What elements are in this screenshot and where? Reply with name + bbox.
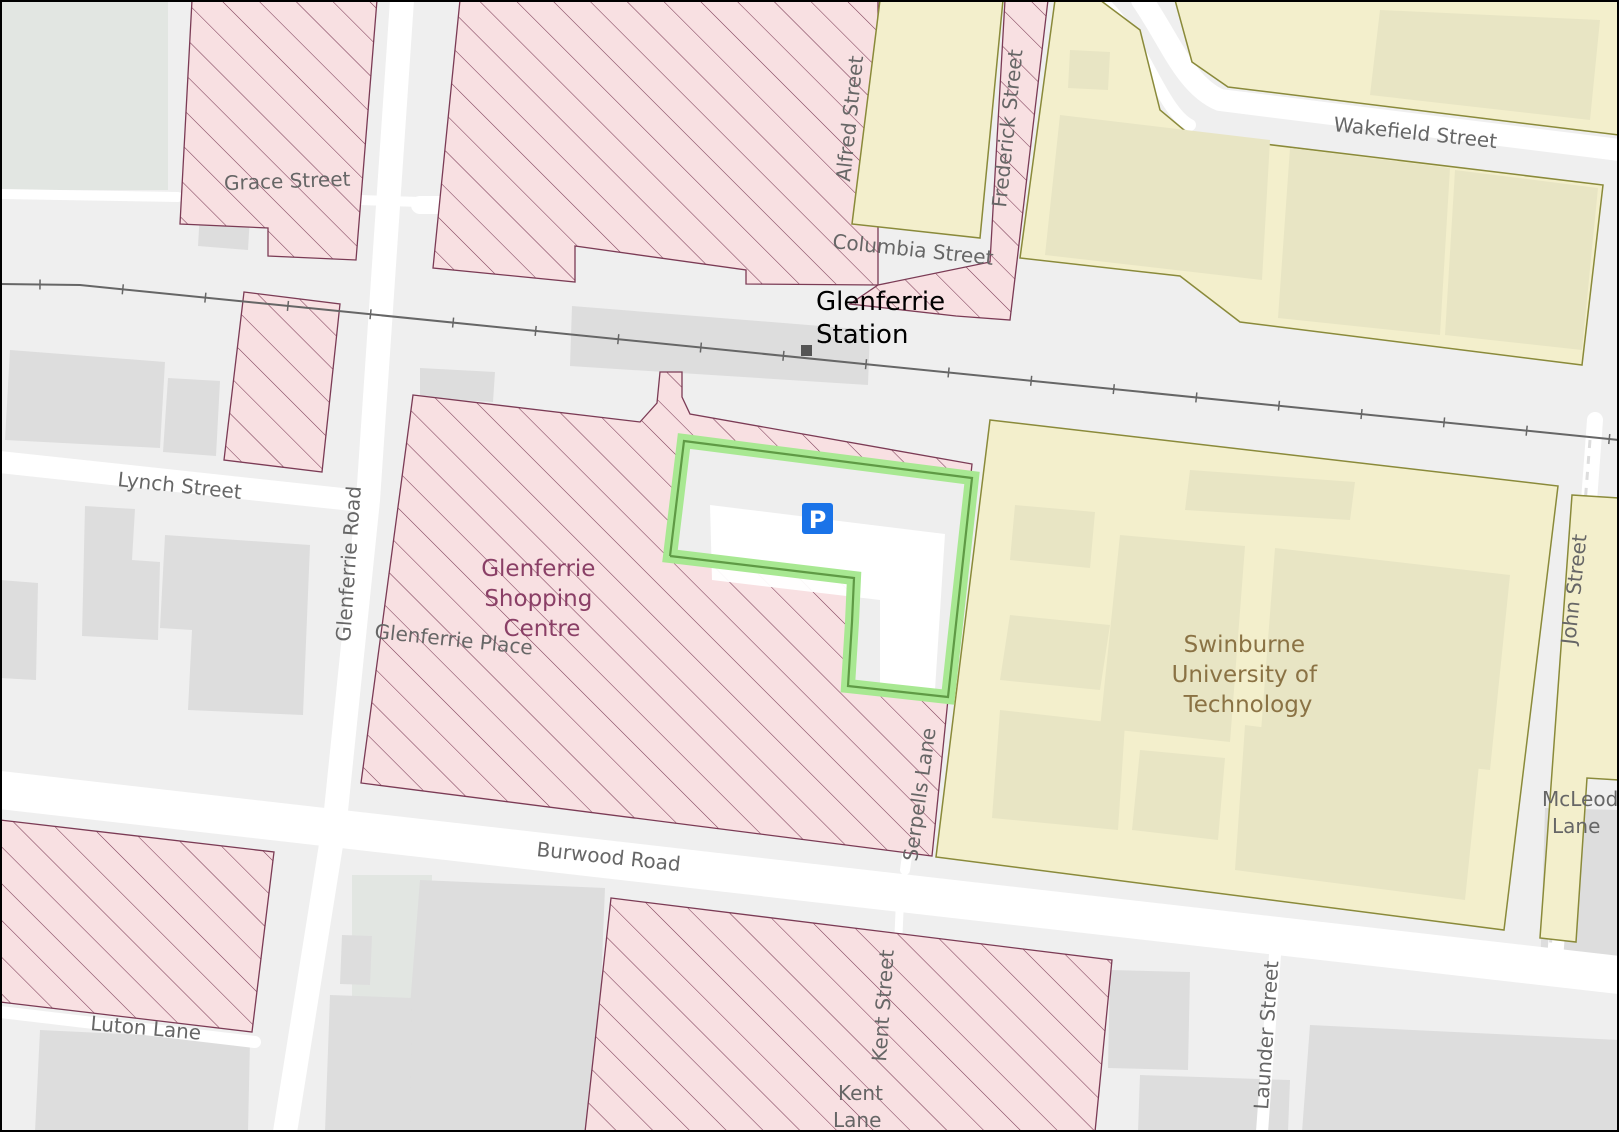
railway-tick xyxy=(1277,400,1281,411)
railway-tick xyxy=(451,317,455,328)
map-view[interactable]: P Grace Street Alfred Street Frederick S… xyxy=(0,0,1619,1132)
retail-area xyxy=(224,292,340,472)
retail-area xyxy=(433,0,878,285)
railway-tick xyxy=(1112,384,1116,395)
railway-tick xyxy=(534,325,537,336)
map-canvas[interactable]: P Grace Street Alfred Street Frederick S… xyxy=(0,0,1619,1132)
railway-tick xyxy=(864,359,868,370)
railway-tick xyxy=(699,342,703,353)
station-marker[interactable] xyxy=(801,345,812,356)
railway-tick xyxy=(617,334,620,345)
parking-icon-symbol: P xyxy=(809,506,827,534)
railway-tick xyxy=(1360,409,1363,420)
railway-tick xyxy=(369,309,372,320)
railway-tick xyxy=(286,300,290,311)
label-grace-street: Grace Street xyxy=(224,167,351,195)
retail-area xyxy=(0,820,274,1032)
railway-tick xyxy=(947,367,950,378)
retail-area xyxy=(180,0,377,260)
park-area xyxy=(0,0,168,190)
railway-tick xyxy=(1608,433,1611,445)
railway-tick xyxy=(1195,392,1198,403)
railway-tick xyxy=(204,292,207,303)
railway-tick xyxy=(1525,425,1528,436)
railway-tick xyxy=(1442,417,1446,428)
railway-tick xyxy=(782,350,785,361)
railway-tick xyxy=(121,284,125,295)
label-swinburne-university[interactable]: Swinburne University of Technology xyxy=(1172,632,1325,718)
railway-tick xyxy=(1029,375,1033,386)
